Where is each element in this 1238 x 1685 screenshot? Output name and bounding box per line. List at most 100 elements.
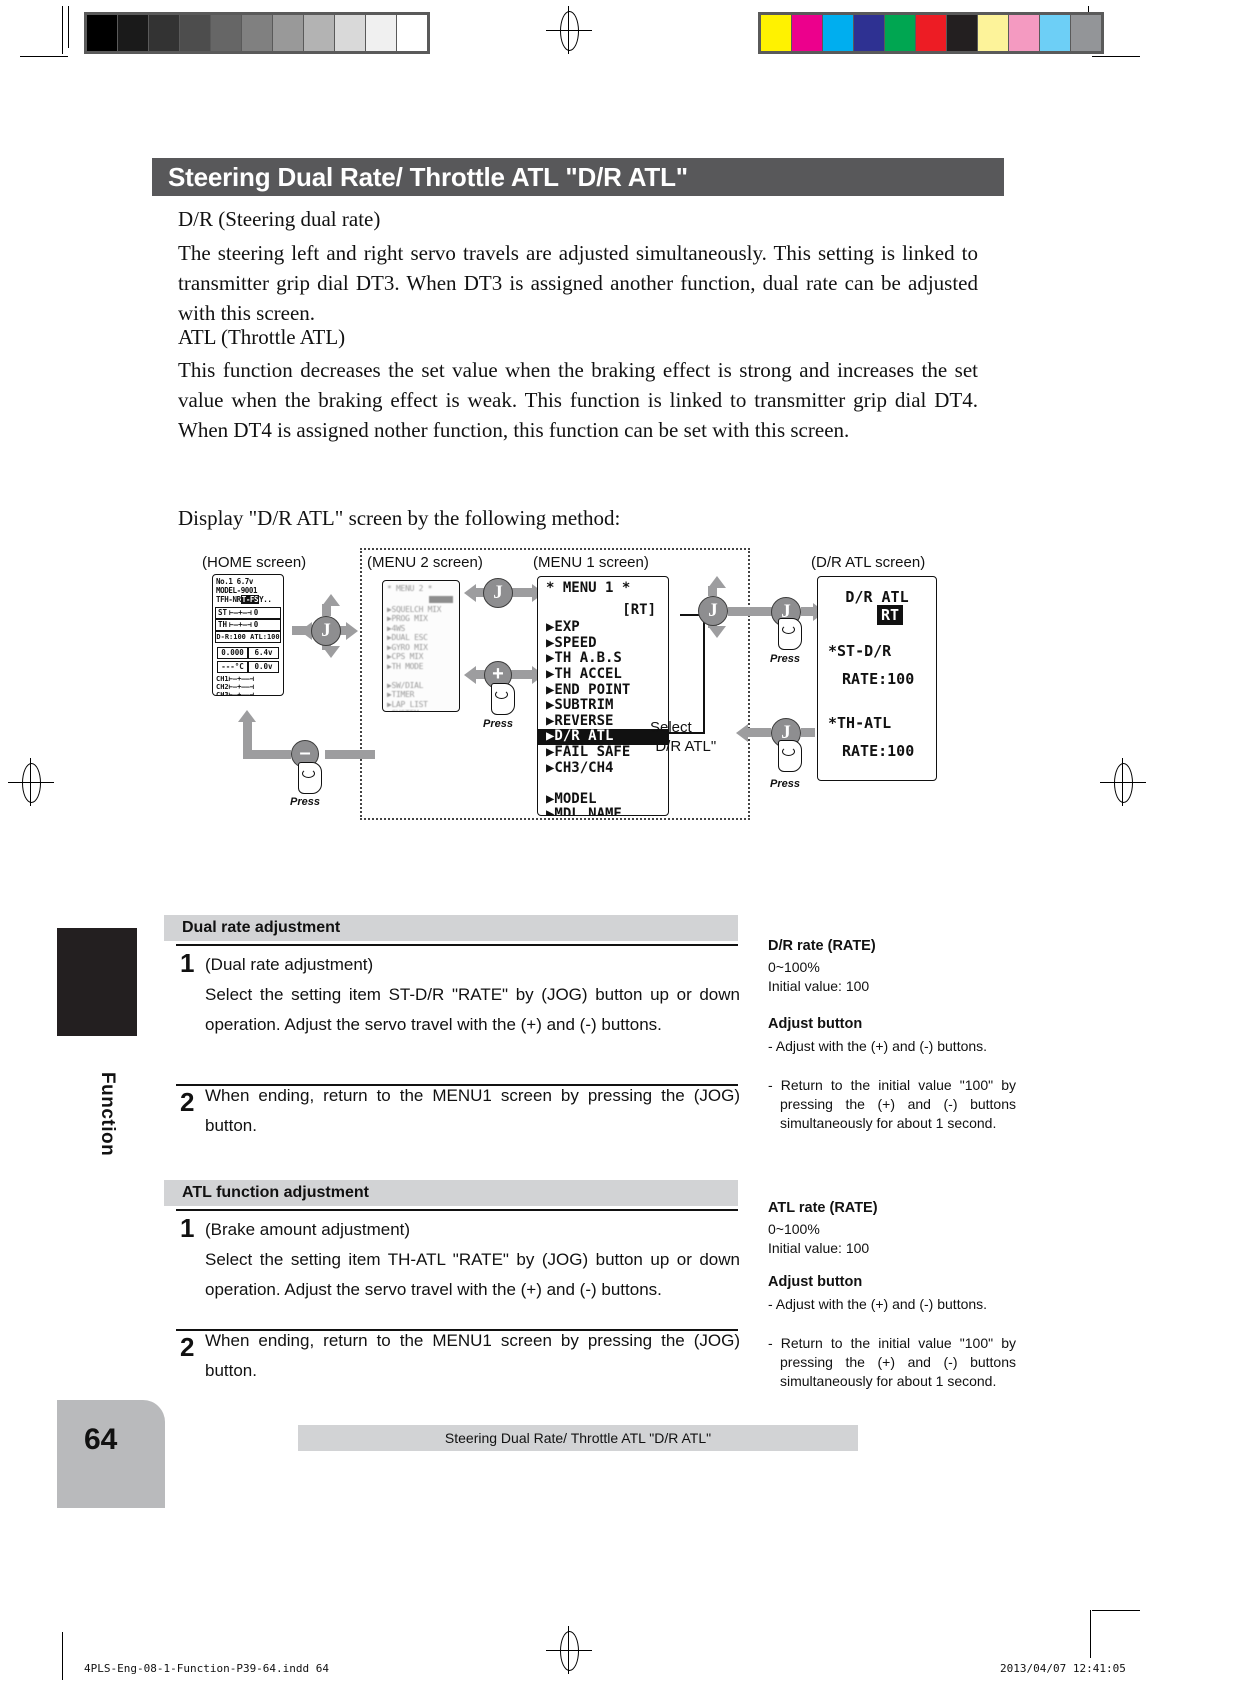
home-line-3-badge: T-FS bbox=[240, 595, 260, 604]
drat-rate-st[interactable]: RATE:100 bbox=[818, 669, 936, 689]
arrow-return-home-tip bbox=[238, 710, 256, 722]
menu2-item: ▶DUAL ESC bbox=[387, 633, 428, 642]
drat-screen-lcd: D/R ATL RT *ST-D/R RATE:100 *TH-ATL RATE… bbox=[817, 576, 937, 781]
menu1-item-fail-safe[interactable]: ▶FAIL SAFE bbox=[538, 744, 668, 761]
menu2-screen-lcd: * MENU 2 * ▶SQUELCH MIX ▶PROG MIX ▶4WS ▶… bbox=[382, 580, 460, 712]
note-title-dr-rate: D/R rate (RATE) bbox=[768, 938, 876, 954]
press-label-minus: Press bbox=[290, 796, 320, 808]
step-lead-1-1: (Dual rate adjustment) bbox=[205, 955, 374, 974]
home-line-1: No.1 6.7v bbox=[216, 577, 254, 586]
home-th-value: 0 bbox=[253, 620, 259, 629]
display-method-line: Display "D/R ATL" screen by the followin… bbox=[178, 506, 621, 530]
signal-icon: Y.. bbox=[259, 595, 272, 604]
hand-press-icon-enter bbox=[778, 618, 802, 650]
step-body-2-1: Select the setting item TH-ATL "RATE" by… bbox=[205, 1250, 740, 1299]
menu1-screen-lcd: * MENU 1 * [RT] ▶EXP ▶SPEED ▶TH A.B.S ▶T… bbox=[537, 576, 669, 816]
arrow-return-from-menu2 bbox=[325, 750, 375, 759]
arrow-menu1-to-drat bbox=[728, 607, 772, 616]
home-dr-atl-row: D-R:100 ATL:100 bbox=[215, 631, 281, 643]
operation-flow-diagram: (HOME screen) No.1 6.7v MODEL-9001 TFH-N… bbox=[180, 540, 1010, 830]
chapter-tab-label: Function bbox=[97, 1072, 118, 1157]
step-number-1-1: 1 bbox=[180, 948, 195, 978]
footer-timestamp: 2013/04/07 12:41:05 bbox=[1000, 1662, 1126, 1675]
home-voltage-box-1: 0.000 bbox=[217, 647, 248, 659]
drat-rate-th[interactable]: RATE:100 bbox=[818, 741, 936, 761]
caption-drat-screen: (D/R ATL screen) bbox=[811, 554, 926, 571]
hand-press-icon-minus bbox=[298, 762, 322, 794]
home-ch2-label: CH2 bbox=[216, 683, 229, 691]
step-body-1-1: Select the setting item ST-D/R "RATE" by… bbox=[205, 985, 740, 1034]
select-callout-line-v bbox=[703, 614, 705, 734]
note-range-atl: 0~100% bbox=[768, 1221, 820, 1237]
home-ch3-label: CH3 bbox=[216, 691, 229, 696]
menu2-item: ▶TH MODE bbox=[387, 661, 424, 671]
arrow-leave-drat-b bbox=[801, 728, 815, 737]
home-th-bar: ⊢—+—⊣ bbox=[229, 620, 252, 629]
intro-paragraph-dr: The steering left and right servo travel… bbox=[178, 241, 978, 325]
caption-menu1-screen: (MENU 1 screen) bbox=[533, 554, 649, 571]
home-st-bar: ⊢—+—⊣ bbox=[229, 608, 252, 617]
menu2-item: ▶PROG MIX bbox=[387, 614, 428, 623]
select-note: Select "D/R ATL" bbox=[650, 718, 716, 756]
jog-button-menu1-select[interactable]: J bbox=[698, 596, 728, 626]
note-bullet-dr-1: - Adjust with the (+) and (-) buttons. bbox=[768, 1038, 988, 1054]
note-adjust-title-atl: Adjust button bbox=[768, 1274, 863, 1290]
step-body-1-2: When ending, return to the MENU1 screen … bbox=[205, 1086, 740, 1135]
menu1-item-model[interactable]: ▶MODEL bbox=[538, 791, 668, 808]
footer-file-name: 4PLS-Eng-08-1-Function-P39-64.indd 64 bbox=[84, 1662, 330, 1675]
press-label-plus: Press bbox=[483, 718, 513, 730]
home-st-row: ST ⊢—+—⊣ 0 bbox=[215, 607, 281, 619]
drat-title: D/R ATL bbox=[845, 588, 909, 606]
menu2-item: ▶CPS MIX bbox=[387, 652, 424, 661]
jog-button-menu2-menu1[interactable]: J bbox=[483, 578, 513, 608]
arrow-menu1-jog-up bbox=[708, 586, 717, 596]
menu2-item: ▶LAP LIST bbox=[387, 699, 428, 709]
running-footer-title: Steering Dual Rate/ Throttle ATL "D/R AT… bbox=[298, 1425, 858, 1451]
note-initial-atl: Initial value: 100 bbox=[768, 1240, 870, 1256]
menu2-item: ▶GYRO MIX bbox=[387, 642, 428, 652]
menu1-spacer bbox=[538, 776, 668, 792]
home-batt-box: 0.0v bbox=[248, 661, 279, 673]
home-temp-box: ---°C bbox=[217, 661, 248, 673]
drat-mode-badge: RT bbox=[876, 605, 904, 625]
menu1-item-subtrim[interactable]: ▶SUBTRIM bbox=[538, 698, 668, 714]
jog-button-home-to-menu2[interactable]: J bbox=[311, 616, 341, 646]
note-title-atl-rate: ATL rate (RATE) bbox=[768, 1200, 878, 1216]
menu1-item-speed[interactable]: ▶SPEED bbox=[538, 635, 668, 652]
page-title: Steering Dual Rate/ Throttle ATL "D/R AT… bbox=[152, 158, 1004, 196]
menu1-item-reverse[interactable]: ▶REVERSE bbox=[538, 713, 668, 730]
home-ch1-label: CH1 bbox=[216, 675, 229, 683]
menu1-item-end-point[interactable]: ▶END POINT bbox=[538, 682, 668, 699]
home-th-row: TH ⊢—+—⊣ 0 bbox=[215, 619, 281, 631]
menu1-item-mdl-name[interactable]: ▶MDL NAME bbox=[538, 807, 668, 815]
menu2-mode-badge bbox=[429, 595, 453, 603]
menu1-item-th-abs[interactable]: ▶TH A.B.S bbox=[538, 651, 668, 667]
home-ch2-bar: ⊢—+——⊣ bbox=[228, 683, 254, 691]
chapter-tab-marker bbox=[57, 928, 137, 1036]
note-adjust-title-dr: Adjust button bbox=[768, 1016, 863, 1032]
caption-home-screen: (HOME screen) bbox=[202, 554, 307, 571]
menu2-item: ▶TIMER bbox=[387, 690, 415, 699]
intro-subhead-atl: ATL (Throttle ATL) bbox=[178, 325, 346, 349]
drat-item-th[interactable]: *TH-ATL bbox=[818, 713, 936, 733]
section-rule-1 bbox=[176, 944, 738, 946]
page-number: 64 bbox=[84, 1423, 118, 1456]
menu1-item-ch3-ch4[interactable]: ▶CH3/CH4 bbox=[538, 760, 668, 777]
menu1-item-th-accel[interactable]: ▶TH ACCEL bbox=[538, 666, 668, 683]
section-rule-2 bbox=[176, 1209, 738, 1211]
note-bullet-dr-2: - Return to the initial value "100" by p… bbox=[768, 1077, 1016, 1131]
hand-press-icon-plus bbox=[491, 683, 515, 715]
menu1-item-dr-atl-selected[interactable]: ▶D/R ATL bbox=[538, 729, 668, 745]
step-number-2-1: 1 bbox=[180, 1213, 195, 1243]
press-label-enter: Press bbox=[770, 653, 800, 665]
menu1-mode: [RT] bbox=[622, 601, 656, 618]
step-body-2-2: When ending, return to the MENU1 screen … bbox=[205, 1331, 740, 1380]
step-number-1-2: 2 bbox=[180, 1087, 195, 1117]
note-range-dr: 0~100% bbox=[768, 959, 820, 975]
menu2-item: ▶SYSTEM bbox=[383, 709, 459, 711]
home-voltage-box-2: 6.4v bbox=[248, 647, 279, 659]
select-note-line2: "D/R ATL" bbox=[650, 738, 717, 755]
menu1-item-exp[interactable]: ▶EXP bbox=[538, 620, 668, 636]
menu2-item: ▶4WS bbox=[387, 623, 406, 633]
drat-item-st[interactable]: *ST-D/R bbox=[818, 641, 936, 661]
